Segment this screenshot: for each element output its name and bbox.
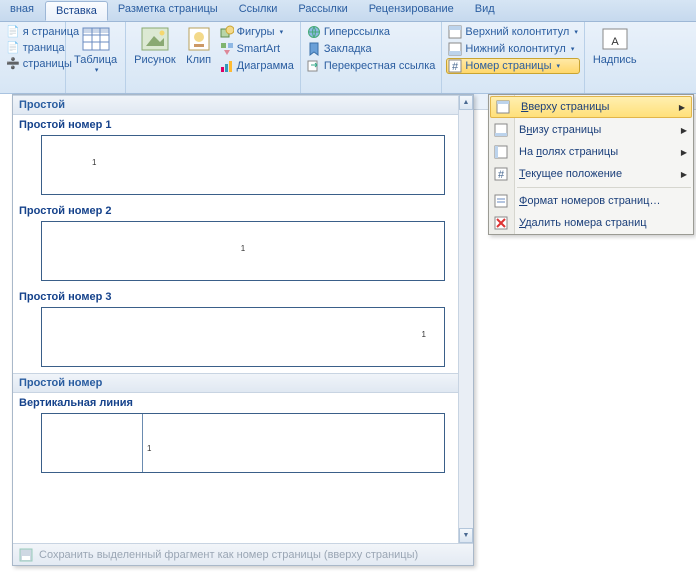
gallery-save-selection: Сохранить выделенный фрагмент как номер … xyxy=(13,543,473,565)
menu-remove-numbers[interactable]: Удалить номера страниц xyxy=(489,212,693,234)
page-bottom-icon xyxy=(493,122,509,138)
tab-view[interactable]: Вид xyxy=(465,0,506,21)
menu-top-of-page[interactable]: Вверху страницы▶ xyxy=(490,96,692,118)
gallery-item-vline[interactable]: 1 xyxy=(41,413,445,473)
picture-button[interactable]: Рисунок xyxy=(130,24,180,91)
menu-current-position[interactable]: #Текущее положение▶ xyxy=(489,163,693,185)
break-icon: ➗ xyxy=(6,57,20,70)
hyperlink-icon xyxy=(307,25,321,39)
group-pages: 📄я страница▾ 📄траница ➗страницы xyxy=(0,22,66,93)
gallery-item-simple1[interactable]: 1 xyxy=(41,135,445,195)
bookmark-button[interactable]: Закладка xyxy=(305,41,438,57)
svg-text:#: # xyxy=(498,169,505,181)
menu-bottom-of-page[interactable]: Внизу страницы▶ xyxy=(489,119,693,141)
textbox-icon: A xyxy=(600,26,630,54)
crossref-button[interactable]: Перекрестная ссылка xyxy=(305,58,438,74)
pagenumber-gallery: Простой Простой номер 1 1 Простой номер … xyxy=(12,94,474,566)
blank-page-icon: 📄 xyxy=(6,41,20,54)
tab-review[interactable]: Рецензирование xyxy=(359,0,465,21)
save-icon xyxy=(19,548,33,562)
gallery-item-title: Простой номер 3 xyxy=(13,287,473,305)
gallery-scrollbar[interactable]: ▲ ▼ xyxy=(458,95,473,543)
group-text: A Надпись xyxy=(585,22,645,93)
clip-icon xyxy=(186,26,212,54)
gallery-header-simplenum: Простой номер xyxy=(13,373,473,393)
cover-page-button[interactable]: 📄я страница▾ xyxy=(4,24,61,39)
page-icon: 📄 xyxy=(6,25,20,38)
smartart-button[interactable]: SmartArt xyxy=(218,41,296,57)
blank-page-button[interactable]: 📄траница xyxy=(4,40,61,55)
scroll-up-button[interactable]: ▲ xyxy=(459,95,473,110)
clip-button[interactable]: Клип xyxy=(182,24,216,91)
pagenumber-menu: Вверху страницы▶ Внизу страницы▶ На поля… xyxy=(488,94,694,235)
hyperlink-button[interactable]: Гиперссылка xyxy=(305,24,438,40)
bookmark-icon xyxy=(307,42,321,56)
group-links: Гиперссылка Закладка Перекрестная ссылка xyxy=(301,22,443,93)
gallery-item-title: Вертикальная линия xyxy=(13,393,473,411)
smartart-icon xyxy=(220,42,234,56)
gallery-item-simple3[interactable]: 1 xyxy=(41,307,445,367)
tab-bar: вная Вставка Разметка страницы Ссылки Ра… xyxy=(0,0,696,22)
table-button[interactable]: Таблица▾ xyxy=(70,24,121,76)
tab-insert[interactable]: Вставка xyxy=(45,1,108,21)
header-button[interactable]: Верхний колонтитул▾ xyxy=(446,24,579,40)
page-margin-icon xyxy=(493,144,509,160)
page-break-button[interactable]: ➗страницы xyxy=(4,56,61,71)
shapes-icon xyxy=(220,25,234,39)
crossref-icon xyxy=(307,59,321,73)
gallery-header-simple: Простой xyxy=(13,95,473,115)
menu-page-margins[interactable]: На полях страницы▶ xyxy=(489,141,693,163)
group-illustrations: Рисунок Клип Фигуры▾ SmartArt Диаграмма xyxy=(126,22,301,93)
delete-icon xyxy=(493,215,509,231)
textbox-button[interactable]: A Надпись xyxy=(589,24,641,68)
page-top-icon xyxy=(495,99,511,115)
cursor-pos-icon: # xyxy=(493,166,509,182)
table-icon xyxy=(81,26,111,54)
gallery-item-title: Простой номер 1 xyxy=(13,115,473,133)
picture-icon xyxy=(140,26,170,54)
footer-button[interactable]: Нижний колонтитул▾ xyxy=(446,41,579,57)
pagenumber-button[interactable]: #Номер страницы▾ xyxy=(446,58,579,74)
gallery-item-title: Простой номер 2 xyxy=(13,201,473,219)
header-icon xyxy=(448,25,462,39)
pagenumber-icon: # xyxy=(448,59,462,73)
tab-layout[interactable]: Разметка страницы xyxy=(108,0,229,21)
format-icon xyxy=(493,193,509,209)
tab-references[interactable]: Ссылки xyxy=(229,0,289,21)
group-headerfooter: Верхний колонтитул▾ Нижний колонтитул▾ #… xyxy=(442,22,584,93)
ribbon: 📄я страница▾ 📄траница ➗страницы Таблица▾… xyxy=(0,22,696,94)
svg-text:A: A xyxy=(611,36,619,48)
scroll-down-button[interactable]: ▼ xyxy=(459,528,473,543)
footer-icon xyxy=(448,42,462,56)
shapes-button[interactable]: Фигуры▾ xyxy=(218,24,296,40)
chart-button[interactable]: Диаграмма xyxy=(218,58,296,74)
group-table: Таблица▾ xyxy=(66,22,126,93)
chart-icon xyxy=(220,59,234,73)
gallery-item-simple2[interactable]: 1 xyxy=(41,221,445,281)
menu-format-numbers[interactable]: Формат номеров страниц… xyxy=(489,190,693,212)
tab-home[interactable]: вная xyxy=(0,0,45,21)
tab-mailings[interactable]: Рассылки xyxy=(288,0,358,21)
svg-text:#: # xyxy=(452,61,459,73)
